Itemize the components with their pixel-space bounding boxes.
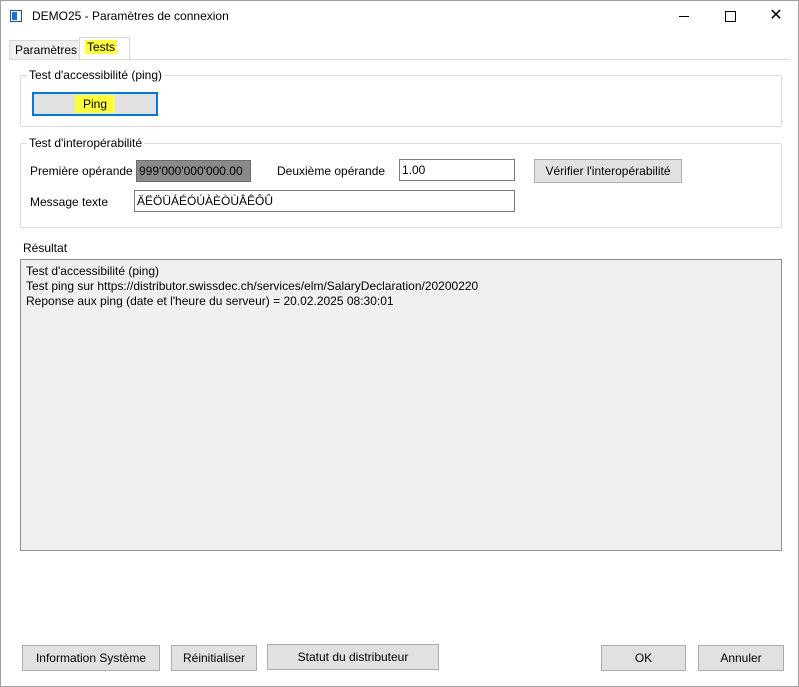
message-field[interactable]: ÄËÖÜÁÉÓÚÀÈÒÙÂÊÔÛ [134, 190, 515, 212]
tab-parametres[interactable]: Paramètres [9, 40, 81, 60]
first-operand-field[interactable]: 999'000'000'000.00 [136, 160, 251, 182]
reset-button[interactable]: Réinitialiser [171, 645, 257, 671]
distributor-status-button[interactable]: Statut du distributeur [267, 644, 439, 670]
reset-label: Réinitialiser [182, 651, 246, 665]
result-textarea[interactable]: Test d'accessibilité (ping) Test ping su… [20, 259, 782, 551]
app-icon [10, 10, 22, 22]
first-operand-label: Première opérande [30, 164, 133, 178]
tab-tests[interactable]: Tests [79, 37, 130, 61]
verify-interop-button[interactable]: Vérifier l'interopérabilité [534, 159, 682, 183]
system-info-button[interactable]: Information Système [22, 645, 160, 671]
result-line: Test d'accessibilité (ping) [26, 264, 160, 278]
minimize-button[interactable] [661, 1, 707, 31]
ping-button[interactable]: Ping [32, 92, 158, 116]
maximize-icon [724, 10, 736, 22]
message-label: Message texte [30, 195, 109, 209]
cancel-label: Annuler [720, 651, 762, 665]
system-info-label: Information Système [35, 651, 147, 665]
close-button[interactable]: ✕ [753, 1, 799, 31]
title-bar[interactable]: DEMO25 - Paramètres de connexion ✕ [1, 1, 798, 32]
ok-label: OK [634, 651, 653, 665]
tab-parametres-label: Paramètres [15, 43, 78, 57]
tab-strip: Paramètres Tests [1, 32, 798, 61]
second-operand-label: Deuxième opérande [277, 164, 386, 178]
verify-interop-label: Vérifier l'interopérabilité [545, 164, 671, 178]
minimize-icon [679, 15, 689, 17]
ping-button-label: Ping [74, 95, 116, 113]
maximize-button[interactable] [707, 1, 753, 31]
dialog-window: DEMO25 - Paramètres de connexion ✕ Param… [0, 0, 799, 687]
tab-tests-label: Tests [85, 40, 118, 54]
ping-group: Test d'accessibilité (ping) Ping [20, 68, 782, 127]
close-icon: ✕ [769, 7, 783, 24]
interop-group: Test d'interopérabilité Première opérand… [20, 136, 782, 228]
distributor-status-label: Statut du distributeur [297, 650, 409, 664]
interop-group-title: Test d'interopérabilité [27, 136, 145, 150]
ok-button[interactable]: OK [601, 645, 686, 671]
result-label: Résultat [23, 241, 68, 255]
second-operand-field[interactable]: 1.00 [399, 159, 515, 181]
window-title: DEMO25 - Paramètres de connexion [32, 9, 229, 23]
ping-group-title: Test d'accessibilité (ping) [27, 68, 165, 82]
result-line: Test ping sur https://distributor.swissd… [26, 279, 479, 293]
result-line: Reponse aux ping (date et l'heure du ser… [26, 294, 394, 308]
cancel-button[interactable]: Annuler [698, 645, 784, 671]
tab-panel-border [9, 59, 790, 60]
